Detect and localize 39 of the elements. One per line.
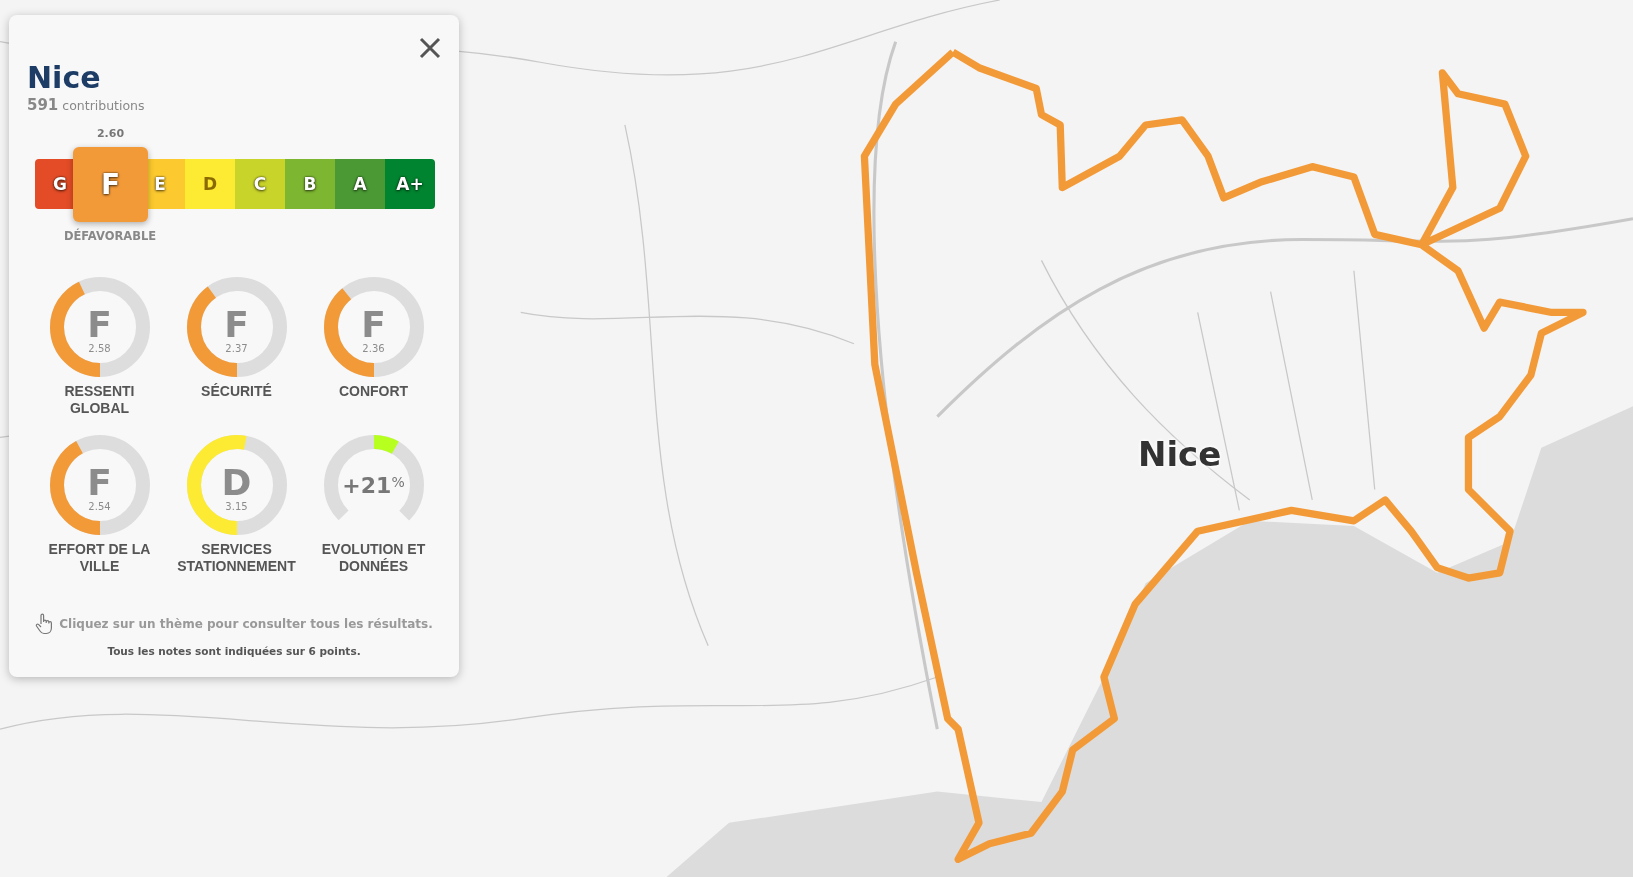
theme-score: 2.36 <box>362 342 385 354</box>
footnote-text: Tous les notes sont indiquées sur 6 points. <box>106 645 362 657</box>
percent-unit: % <box>391 473 405 490</box>
score-gauge[interactable] <box>49 435 150 535</box>
grade-segment: F <box>73 147 148 222</box>
theme-label[interactable]: EFFORT DE LA VILLE <box>33 541 166 575</box>
overall-verdict: DÉFAVORABLE <box>62 229 158 243</box>
city-title: Nice <box>27 60 102 96</box>
evolution-value: +21 <box>342 472 392 498</box>
score-gauge[interactable] <box>186 435 287 535</box>
grade-letter: F <box>87 464 112 501</box>
theme-label[interactable]: CONFORT <box>307 383 440 400</box>
theme-label[interactable]: EVOLUTION ET DONNÉES <box>307 541 440 575</box>
theme-score: 3.15 <box>225 500 248 512</box>
contributions-count: 591 contributions <box>27 96 146 114</box>
theme-score: 2.58 <box>88 342 111 354</box>
score-gauge[interactable] <box>49 277 150 377</box>
grade-letter: F <box>87 306 112 343</box>
grade-segment: B <box>285 159 335 209</box>
overall-score: 2.60 <box>95 127 126 140</box>
grade-letter: D <box>221 464 252 501</box>
score-gauge[interactable] <box>323 277 424 377</box>
theme-score: 2.54 <box>88 500 111 512</box>
map-city-label: Nice <box>1138 434 1222 474</box>
score-gauge[interactable] <box>186 277 287 377</box>
grade-segment: C <box>235 159 285 209</box>
close-icon <box>419 37 441 59</box>
grade-segment: A+ <box>385 159 435 209</box>
pointing-hand-icon <box>35 613 54 635</box>
hint-text: Cliquez sur un thème pour consulter tous les résultats. <box>59 617 433 631</box>
theme-label[interactable]: SERVICES STATIONNEMENT <box>170 541 303 575</box>
theme-score: 2.37 <box>225 342 248 354</box>
close-button[interactable] <box>417 35 443 61</box>
grade-segment: D <box>185 159 235 209</box>
grade-segment: A <box>335 159 385 209</box>
theme-label[interactable]: RESSENTI GLOBAL <box>33 383 166 417</box>
grade-letter: F <box>361 306 386 343</box>
grade-letter: F <box>224 306 249 343</box>
theme-label[interactable]: SÉCURITÉ <box>170 383 303 400</box>
